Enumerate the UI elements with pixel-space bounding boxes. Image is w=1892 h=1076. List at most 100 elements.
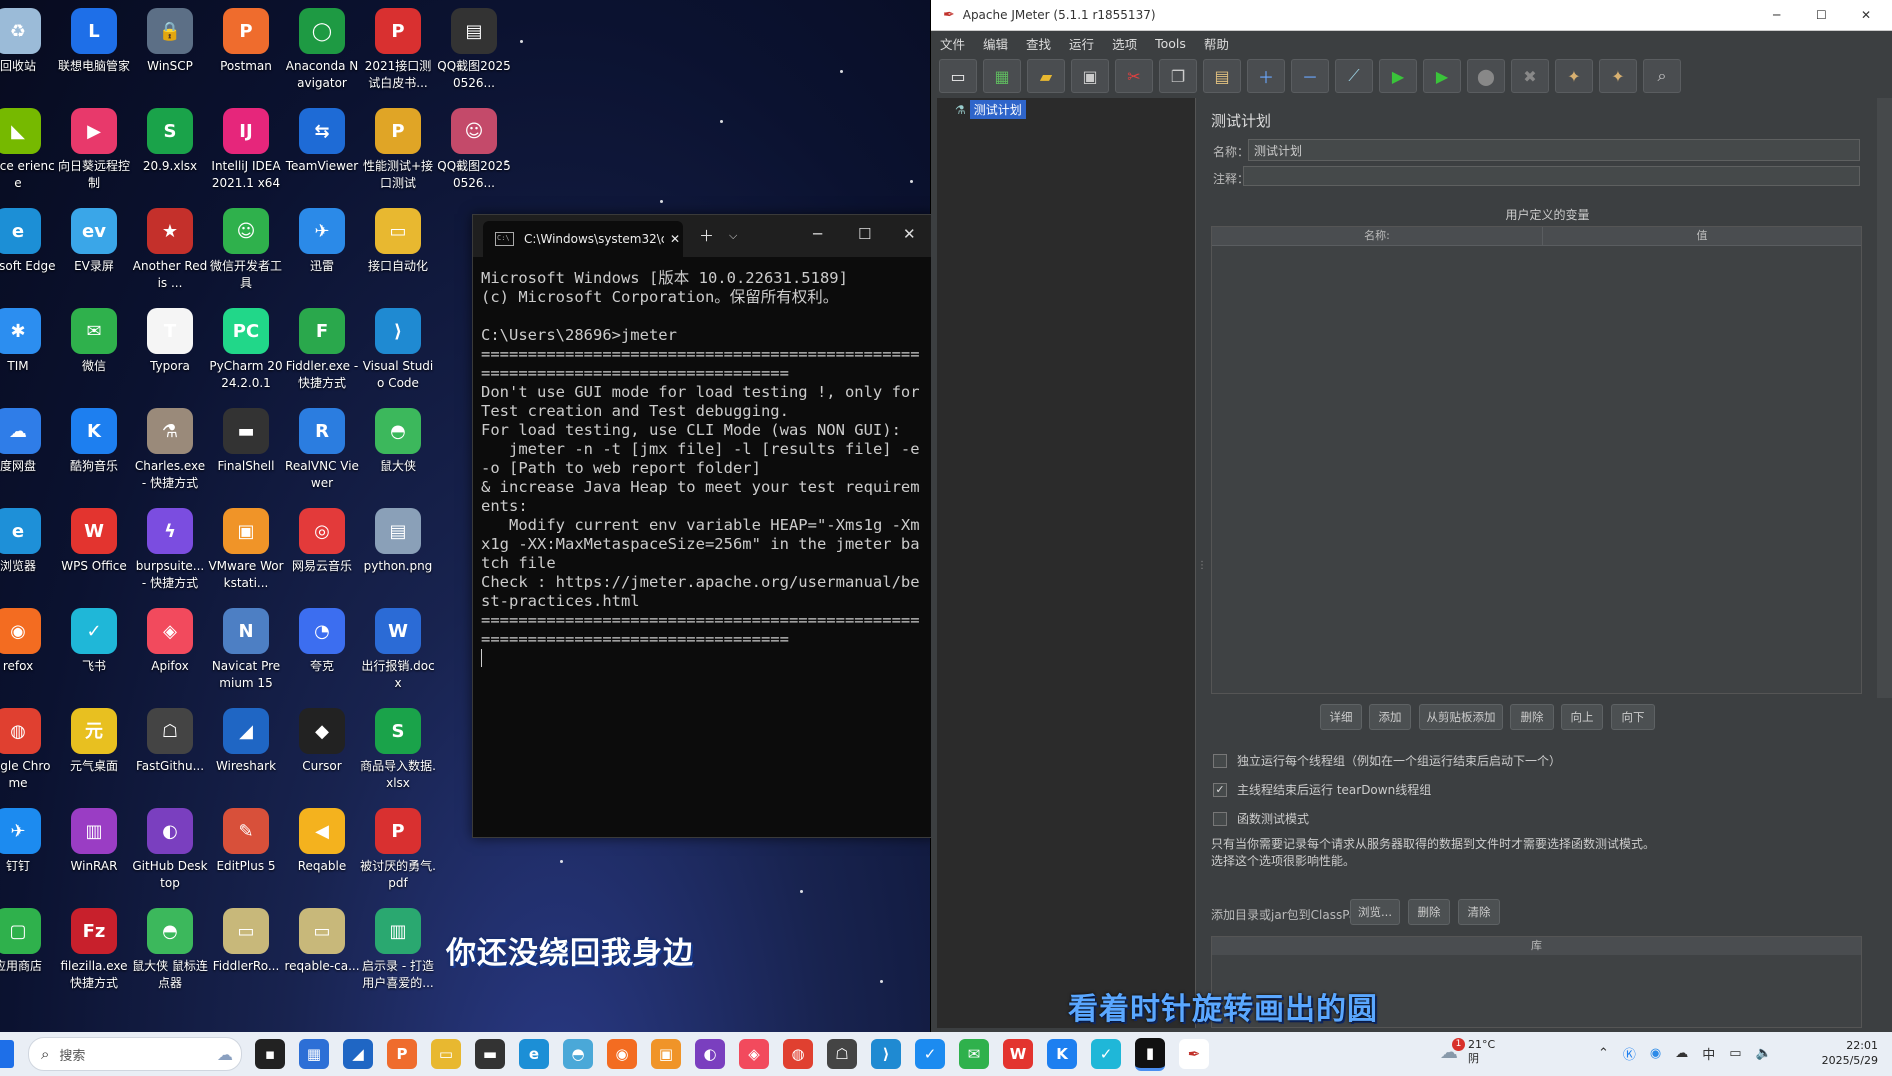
task-view-icon[interactable]: ▪ (255, 1039, 285, 1069)
name-input[interactable]: 测试计划 (1248, 139, 1860, 161)
desktop-icon[interactable]: ◆ Cursor (282, 702, 362, 798)
feishu-alt-task-icon[interactable]: ✓ (1091, 1039, 1121, 1069)
new-tab-icon[interactable]: ＋ (699, 225, 714, 246)
close-icon[interactable]: ✕ (903, 225, 916, 243)
cloud-tray-icon[interactable]: ☁ (1675, 1046, 1688, 1061)
desktop-icon[interactable]: ◔ 夸克 (282, 602, 362, 698)
add-from-clipboard-button[interactable]: 从剪贴板添加 (1419, 704, 1503, 730)
menu-help[interactable]: 帮助 (1195, 34, 1238, 53)
vscode-task-icon[interactable]: ⟩ (871, 1039, 901, 1069)
desktop-icon[interactable]: ⇆ TeamViewer (282, 102, 362, 198)
terminal-task-icon[interactable]: ▮ (1135, 1037, 1165, 1071)
menu-run[interactable]: 运行 (1060, 34, 1103, 53)
desktop-icon[interactable]: ◎ 网易云音乐 (282, 502, 362, 598)
volume-icon[interactable]: 🔈 (1756, 1046, 1772, 1061)
menu-tools[interactable]: Tools (1146, 36, 1195, 51)
desktop-icon[interactable]: R RealVNC Viewer (282, 402, 362, 498)
desktop-icon[interactable]: P 2021接口测试白皮书... (358, 2, 438, 98)
desktop-icon[interactable]: ◉ refox (0, 602, 58, 698)
desktop-icon[interactable]: ☖ FastGithu... (130, 702, 210, 798)
desktop-icon[interactable]: 🔒 WinSCP (130, 2, 210, 98)
desktop-icon[interactable]: ✈ 迅雷 (282, 202, 362, 298)
github-task-icon[interactable]: ◐ (695, 1039, 725, 1069)
minimize-icon[interactable]: ─ (813, 225, 822, 243)
paste-icon[interactable]: ▤ (1203, 59, 1241, 93)
desktop-icon[interactable]: ◍ oogle Chrome (0, 702, 58, 798)
tab-dropdown-icon[interactable]: ⌵ (729, 229, 737, 243)
jmeter-task-icon[interactable]: ✒ (1179, 1039, 1209, 1069)
desktop-icon[interactable]: W 出行报销.docx (358, 602, 438, 698)
desktop-icon[interactable]: T Typora (130, 302, 210, 398)
desktop-icon[interactable]: PC PyCharm 2024.2.0.1 (206, 302, 286, 398)
desktop-icon[interactable]: ▶ 向日葵远程控制 (54, 102, 134, 198)
sunlogin-tray-icon[interactable]: ◉ (1650, 1046, 1661, 1061)
tree-item-test-plan[interactable]: ⚗ 测试计划 (955, 100, 1195, 119)
feishu-task-icon[interactable]: ✓ (915, 1039, 945, 1069)
save-icon[interactable]: ▣ (1071, 59, 1109, 93)
start-button[interactable] (0, 1040, 14, 1068)
terminal-window[interactable]: C:\ C:\Windows\system32\c ✕ ＋ ⌵ ─ ☐ ✕ Mi… (472, 214, 937, 838)
menu-options[interactable]: 选项 (1103, 34, 1146, 53)
apifox-task-icon[interactable]: ◈ (739, 1039, 769, 1069)
browse-button[interactable]: 浏览... (1350, 899, 1400, 925)
classpath-clear-button[interactable]: 清除 (1458, 899, 1500, 925)
edge-alt-task-icon[interactable]: ◓ (563, 1039, 593, 1069)
desktop-icon[interactable]: ▭ reqable-ca... (282, 902, 362, 998)
jmeter-window[interactable]: ✒ Apache JMeter (5.1.1 r1855137) ─ ☐ ✕ 文… (931, 0, 1892, 1032)
functional-mode-checkbox[interactable]: 函数测试模式 (1213, 810, 1309, 827)
desktop-icon[interactable]: ☺ 微信开发者工具 (206, 202, 286, 298)
delete-button[interactable]: 删除 (1510, 704, 1554, 730)
add-button[interactable]: 添加 (1369, 704, 1411, 730)
start-icon[interactable]: ▶ (1379, 59, 1417, 93)
kugou-tray-icon[interactable]: Ⓚ (1623, 1044, 1636, 1063)
desktop-icon[interactable]: ◐ GitHub Desktop (130, 802, 210, 898)
kugou-task-icon[interactable]: K (1047, 1039, 1077, 1069)
desktop-icon[interactable]: ✈ 钉钉 (0, 802, 58, 898)
desktop-icon[interactable]: P 被讨厌的勇气.pdf (358, 802, 438, 898)
desktop-icon[interactable]: P 性能测试+接口测试 (358, 102, 438, 198)
desktop-icon[interactable]: ◢ Wireshark (206, 702, 286, 798)
desktop-icon[interactable]: N Navicat Premium 15 (206, 602, 286, 698)
desktop-icon[interactable]: Fz filezilla.exe 快捷方式 (54, 902, 134, 998)
stop-icon[interactable]: ⬤ (1467, 59, 1505, 93)
postman-task-icon[interactable]: P (387, 1039, 417, 1069)
desktop-icon[interactable]: ▤ python.png (358, 502, 438, 598)
wireshark-task-icon[interactable]: ◢ (343, 1039, 373, 1069)
test-plan-tree[interactable]: ⚗ 测试计划 (937, 98, 1196, 1028)
wps-task-icon[interactable]: W (1003, 1039, 1033, 1069)
desktop-icon[interactable]: ◈ Apifox (130, 602, 210, 698)
jm-close-icon[interactable]: ✕ (1861, 8, 1871, 22)
start-no-pause-icon[interactable]: ▶ (1423, 59, 1461, 93)
col-name-header[interactable]: 名称: (1212, 227, 1543, 245)
chevron-up-icon[interactable]: ⌃ (1598, 1046, 1609, 1061)
menu-search[interactable]: 查找 (1017, 34, 1060, 53)
menu-file[interactable]: 文件 (931, 34, 974, 53)
detail-button[interactable]: 详细 (1320, 704, 1362, 730)
desktop-icon[interactable]: P Postman (206, 2, 286, 98)
clear-icon[interactable]: ✦ (1555, 59, 1593, 93)
desktop-icon[interactable]: ♻ 回收站 (0, 2, 58, 98)
desktop-icon[interactable]: ev EV录屏 (54, 202, 134, 298)
desktop-icon[interactable]: e crosoft Edge (0, 202, 58, 298)
collapse-icon[interactable]: － (1291, 59, 1329, 93)
clock[interactable]: 22:01 2025/5/29 (1820, 1038, 1878, 1068)
desktop-icon[interactable]: W WPS Office (54, 502, 134, 598)
classpath-delete-button[interactable]: 删除 (1408, 899, 1450, 925)
jm-maximize-icon[interactable]: ☐ (1816, 8, 1827, 22)
terminal-tab[interactable]: C:\ C:\Windows\system32\c ✕ (483, 221, 683, 257)
desktop-icon[interactable]: ⚗ Charles.exe - 快捷方式 (130, 402, 210, 498)
desktop-icon[interactable]: K 酷狗音乐 (54, 402, 134, 498)
ime-indicator[interactable]: 中 (1702, 1044, 1715, 1063)
menu-edit[interactable]: 编辑 (974, 34, 1017, 53)
desktop-icon[interactable]: ▥ 启示录 - 打造用户喜爱的... (358, 902, 438, 998)
desktop-icon[interactable]: ▤ QQ截图20250526... (434, 2, 514, 98)
clear-all-icon[interactable]: ✦ (1599, 59, 1637, 93)
desktop-icon[interactable]: ◀ Reqable (282, 802, 362, 898)
copy-icon[interactable]: ❐ (1159, 59, 1197, 93)
library-header[interactable]: 库 (1212, 937, 1861, 955)
taskbar-search[interactable]: ⌕ 搜索 ☁ (28, 1037, 242, 1071)
desktop-icon[interactable]: ◓ 鼠大侠 (358, 402, 438, 498)
desktop-icon[interactable]: ☁ 度网盘 (0, 402, 58, 498)
firefox-task-icon[interactable]: ◉ (607, 1039, 637, 1069)
desktop-icon[interactable]: S 20.9.xlsx (130, 102, 210, 198)
